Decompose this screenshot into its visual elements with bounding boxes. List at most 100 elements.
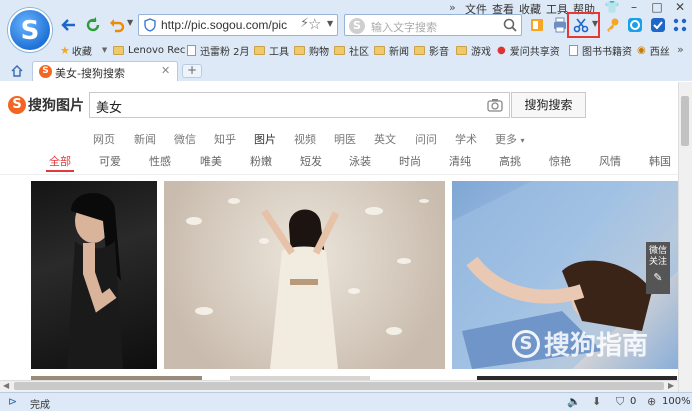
scroll-right-icon[interactable]: ▶ — [668, 381, 674, 390]
category-tab[interactable]: 短发 — [300, 153, 322, 169]
new-tab-button[interactable]: + — [182, 64, 202, 78]
vertical-tab-scholar[interactable]: 学术 — [455, 131, 477, 147]
chevron-down-icon[interactable]: ▼ — [127, 18, 133, 27]
favorites-menu[interactable]: ★ 收藏 ▼ — [60, 43, 107, 58]
favorites-star-icon: ★ — [60, 43, 70, 57]
folder-icon — [456, 45, 467, 55]
bookmark-item[interactable]: Lenovo Rec — [113, 43, 185, 57]
sogou-search-engine-icon[interactable]: S — [349, 18, 365, 34]
close-window-button[interactable]: ✕ — [671, 0, 689, 14]
bookmark-item[interactable]: 影音 — [414, 43, 449, 58]
sogou-assistant-icon[interactable] — [626, 16, 644, 34]
category-tab[interactable]: 时尚 — [399, 153, 421, 169]
watermark-logo-icon: S — [512, 329, 540, 358]
sogou-logo-icon: S — [8, 96, 26, 114]
skin-icon[interactable]: 👕 — [603, 0, 621, 14]
image-search-input[interactable]: 美女 — [89, 92, 510, 118]
sidebar-toggle-icon[interactable]: ⊳ — [8, 395, 17, 408]
vertical-tab-wenwen[interactable]: 问问 — [415, 131, 437, 147]
sogou-search-button[interactable]: 搜狗搜索 — [511, 92, 586, 118]
vertical-tab-english[interactable]: 英文 — [374, 131, 396, 147]
bookmark-item[interactable]: 购物 — [294, 43, 329, 58]
category-tab[interactable]: 泳装 — [349, 153, 371, 169]
home-icon[interactable] — [10, 64, 24, 78]
bookmark-item[interactable]: 迅雷粉 2月 — [187, 43, 250, 58]
category-tab[interactable]: 粉嫩 — [250, 153, 272, 169]
vertical-tab-images[interactable]: 图片 — [254, 131, 276, 147]
shield-status-icon[interactable]: ⛉ — [616, 395, 624, 409]
zoom-icon[interactable]: ⊕ — [647, 395, 656, 408]
bookmark-item[interactable]: ● 爱问共享资 — [497, 43, 560, 58]
vertical-tab-web[interactable]: 网页 — [93, 131, 115, 147]
vertical-tab-medical[interactable]: 明医 — [334, 131, 356, 147]
maximize-button[interactable]: □ — [648, 0, 666, 14]
search-icon[interactable] — [503, 18, 517, 32]
address-text: http://pic.sogou.com/pic — [161, 18, 288, 32]
bookmark-item[interactable]: 新闻 — [374, 43, 409, 58]
sogou-pic-logo[interactable]: S 搜狗图片 — [8, 95, 84, 115]
close-tab-icon[interactable]: ✕ — [161, 64, 170, 77]
key-icon[interactable] — [604, 16, 622, 34]
star-icon[interactable]: ☆ — [308, 15, 321, 33]
vertical-tab-zhihu[interactable]: 知乎 — [214, 131, 236, 147]
ishare-icon: ● — [497, 44, 506, 56]
more-bookmarks-icon[interactable]: » — [677, 43, 684, 56]
bookmark-item[interactable]: 图书书籍资 — [569, 43, 632, 58]
category-tab[interactable]: 风情 — [599, 153, 621, 169]
brand-text: 搜狗图片 — [28, 98, 84, 114]
tab-active[interactable]: S 美女-搜狗搜索 ✕ — [32, 61, 178, 81]
site-icon: ◉ — [637, 44, 646, 56]
result-image[interactable] — [31, 181, 157, 369]
vertical-tab-news[interactable]: 新闻 — [134, 131, 156, 147]
category-tab[interactable]: 性感 — [149, 153, 171, 169]
scroll-left-icon[interactable]: ◀ — [3, 381, 9, 390]
bookmark-item[interactable]: ◉ 西丝 — [637, 43, 670, 58]
volume-icon[interactable]: 🔈 — [567, 395, 581, 408]
result-image[interactable] — [164, 181, 445, 369]
menu-more-icon[interactable]: » — [449, 1, 456, 14]
category-tab[interactable]: 唯美 — [200, 153, 222, 169]
divider — [0, 174, 678, 175]
feedback-icon: ✎ — [653, 271, 663, 284]
category-tab[interactable]: 高挑 — [499, 153, 521, 169]
wechat-follow-widget[interactable]: 微信关注 ✎ — [646, 242, 670, 294]
category-tab[interactable]: 清纯 — [449, 153, 471, 169]
vertical-tab-more[interactable]: 更多 ▾ — [495, 131, 525, 147]
category-tab[interactable]: 惊艳 — [549, 153, 571, 169]
bookmark-item[interactable]: 游戏 — [456, 43, 491, 58]
menu-tools[interactable]: 工具 — [546, 1, 568, 17]
vertical-tab-video[interactable]: 视频 — [294, 131, 316, 147]
screenshot-tool-highlight — [567, 12, 600, 38]
sidebar-icon[interactable] — [528, 16, 546, 34]
zoom-level[interactable]: 100% — [662, 396, 691, 407]
back-arrow-icon[interactable] — [60, 16, 78, 34]
bookmark-label: 工具 — [269, 46, 289, 58]
apps-grid-icon[interactable] — [671, 16, 689, 34]
undo-icon[interactable] — [108, 16, 126, 34]
watermark: S 搜狗指南 — [512, 325, 648, 362]
category-tab[interactable]: 可爱 — [99, 153, 121, 169]
horizontal-scrollbar-thumb[interactable] — [14, 382, 664, 390]
minimize-button[interactable]: – — [625, 0, 643, 14]
bookmark-label: 影音 — [429, 46, 449, 58]
vertical-scrollbar-thumb[interactable] — [681, 96, 689, 146]
security-shield-icon[interactable] — [649, 16, 667, 34]
category-tab[interactable]: 韩国 — [649, 153, 671, 169]
bookmark-label: 图书书籍资 — [582, 46, 632, 58]
search-placeholder: 输入文字搜索 — [371, 21, 437, 34]
status-bar: ⊳ 完成 🔈 ⬇ ⛉ 0 ⊕ 100% — [0, 392, 692, 411]
folder-icon — [374, 45, 385, 55]
sogou-browser-logo[interactable]: S — [8, 8, 52, 52]
menu-favorites[interactable]: 收藏 — [519, 1, 541, 17]
toolbar-search-input[interactable]: S 输入文字搜索 — [344, 14, 522, 36]
download-icon[interactable]: ⬇ — [592, 395, 601, 408]
category-all[interactable]: 全部 — [49, 153, 71, 169]
bookmark-item[interactable]: 社区 — [334, 43, 369, 58]
page-icon — [569, 44, 578, 56]
wechat-follow-label: 微信关注 — [648, 246, 667, 267]
bookmark-item[interactable]: 工具 — [254, 43, 289, 58]
address-dropdown-icon[interactable]: ▼ — [327, 19, 333, 28]
refresh-icon[interactable] — [84, 16, 102, 34]
camera-icon[interactable] — [487, 98, 503, 112]
vertical-tab-wechat[interactable]: 微信 — [174, 131, 196, 147]
